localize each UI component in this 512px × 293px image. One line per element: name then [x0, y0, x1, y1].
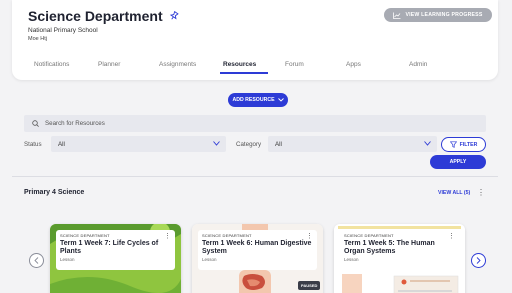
- carousel-next-button[interactable]: [471, 253, 486, 268]
- divider: [12, 176, 498, 177]
- card-info: SCIENCE DEPARTMENT Term 1 Week 6: Human …: [198, 230, 317, 270]
- apply-button[interactable]: APPLY: [430, 155, 486, 169]
- card-title: Term 1 Week 6: Human Digestive System: [202, 240, 312, 255]
- pin-icon[interactable]: [169, 11, 179, 21]
- chevron-down-icon: [213, 141, 220, 146]
- page-title: Science Department: [28, 8, 163, 24]
- tab-bar: Notifications Planner Assignments Resour…: [12, 55, 498, 75]
- resource-card[interactable]: SCIENCE DEPARTMENT Term 1 Week 6: Human …: [192, 224, 323, 293]
- filter-icon: [449, 141, 457, 148]
- tab-assignments[interactable]: Assignments: [159, 61, 196, 68]
- chart-icon: [393, 12, 401, 19]
- add-resource-button[interactable]: ADD RESOURCE: [228, 93, 288, 107]
- course-header: Science Department National Primary Scho…: [12, 0, 498, 80]
- status-label: Status: [24, 141, 42, 148]
- category-label: Category: [236, 141, 262, 148]
- card-type: Lesson: [202, 257, 217, 262]
- search-input[interactable]: Search for Resources: [45, 120, 105, 127]
- chevron-right-icon: [476, 257, 481, 264]
- card-type: Lesson: [344, 257, 359, 262]
- status-select[interactable]: All: [51, 136, 226, 152]
- more-options-icon[interactable]: ⋮: [477, 188, 485, 197]
- resource-card[interactable]: SCIENCE DEPARTMENT Term 1 Week 7: Life C…: [50, 224, 181, 293]
- card-department: SCIENCE DEPARTMENT: [344, 233, 394, 238]
- card-title: Term 1 Week 7: Life Cycles of Plants: [60, 240, 159, 255]
- search-icon: [32, 120, 39, 127]
- card-more-icon[interactable]: ⋮: [306, 232, 313, 240]
- title-row: Science Department: [28, 8, 179, 24]
- filter-label: FILTER: [459, 141, 478, 148]
- tab-forum[interactable]: Forum: [285, 61, 304, 68]
- status-value: All: [58, 140, 65, 148]
- chevron-left-icon: [34, 257, 39, 264]
- card-title: Term 1 Week 5: The Human Organ Systems: [344, 240, 435, 255]
- view-all-link[interactable]: VIEW ALL (5): [438, 190, 470, 196]
- resource-card[interactable]: SCIENCE DEPARTMENT Term 1 Week 5: The Hu…: [334, 224, 465, 293]
- active-tab-indicator: [220, 72, 268, 74]
- card-department: SCIENCE DEPARTMENT: [60, 233, 110, 238]
- card-info: SCIENCE DEPARTMENT Term 1 Week 7: Life C…: [56, 230, 175, 270]
- tab-planner[interactable]: Planner: [98, 61, 120, 68]
- tab-apps[interactable]: Apps: [346, 61, 361, 68]
- card-type: Lesson: [60, 257, 75, 262]
- search-bar[interactable]: Search for Resources: [24, 115, 486, 132]
- view-learning-progress-label: VIEW LEARNING PROGRESS: [405, 12, 483, 18]
- carousel-prev-button[interactable]: [29, 253, 44, 268]
- card-info: SCIENCE DEPARTMENT Term 1 Week 5: The Hu…: [340, 230, 459, 270]
- add-resource-label: ADD RESOURCE: [232, 97, 275, 103]
- card-more-icon[interactable]: ⋮: [448, 232, 455, 240]
- filter-button[interactable]: FILTER: [441, 137, 486, 152]
- school-name: National Primary School: [28, 27, 98, 34]
- chevron-down-icon: [424, 141, 431, 146]
- tab-resources[interactable]: Resources: [223, 61, 256, 68]
- section-title: Primary 4 Science: [24, 189, 85, 196]
- category-value: All: [275, 140, 282, 148]
- user-name: Moe Htj: [28, 36, 47, 42]
- chevron-down-icon: [277, 98, 284, 102]
- status-badge: PAUSED: [298, 281, 321, 290]
- category-select[interactable]: All: [268, 136, 437, 152]
- card-more-icon[interactable]: ⋮: [164, 232, 171, 240]
- card-department: SCIENCE DEPARTMENT: [202, 233, 252, 238]
- view-learning-progress-button[interactable]: VIEW LEARNING PROGRESS: [384, 8, 492, 22]
- tab-admin[interactable]: Admin: [409, 61, 427, 68]
- tab-notifications[interactable]: Notifications: [34, 61, 69, 68]
